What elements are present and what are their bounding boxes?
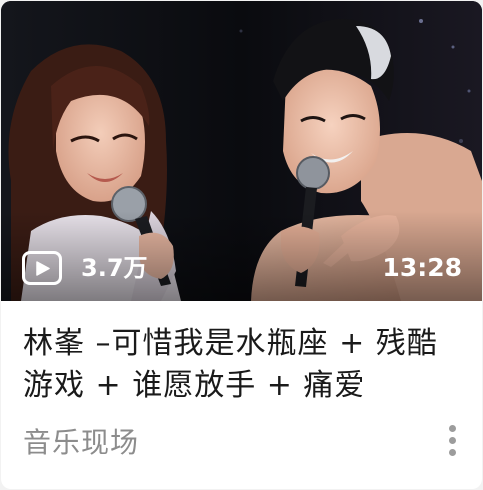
play-icon: [36, 261, 50, 276]
video-title[interactable]: 林峯 –可惜我是水瓶座 + 残酷游戏 + 谁愿放手 + 痛爱: [23, 323, 463, 407]
more-dot: [448, 449, 456, 456]
video-thumbnail[interactable]: 3.7万 13:28: [1, 1, 482, 301]
play-count-icon: [22, 251, 62, 285]
view-count: 3.7万: [81, 254, 148, 282]
channel-name[interactable]: 音乐现场: [23, 423, 139, 463]
video-duration: 13:28: [382, 253, 462, 282]
video-card[interactable]: 3.7万 13:28 林峯 –可惜我是水瓶座 + 残酷游戏 + 谁愿放手 + 痛…: [1, 1, 482, 489]
more-dot: [448, 425, 456, 432]
more-vertical-icon[interactable]: [446, 425, 458, 461]
more-dot: [448, 437, 456, 444]
